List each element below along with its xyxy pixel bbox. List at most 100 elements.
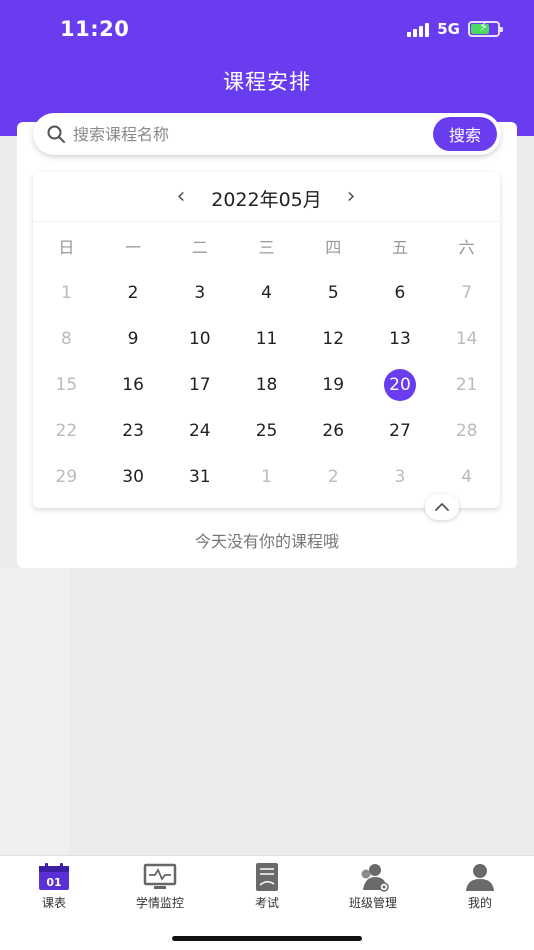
calendar-day[interactable]: 12 [300,316,367,362]
calendar-day-number: 18 [255,375,278,395]
background-strip [0,568,70,854]
calendar-day[interactable]: 3 [367,454,434,500]
calendar-day-number: 31 [188,467,211,487]
calendar-day-number: 8 [60,329,72,349]
calendar-day-selected[interactable]: 20 [367,362,434,408]
calendar-day-number: 22 [55,421,78,441]
calendar-day[interactable]: 8 [33,316,100,362]
chevron-left-icon[interactable]: ‹ [170,186,192,208]
calendar-day[interactable]: 19 [300,362,367,408]
calendar-day[interactable]: 22 [33,408,100,454]
app-screen: 11:20 5G ⚡ 课程安排 搜索 ‹ 2022年05月 › 日 一 [0,0,534,950]
calendar-day[interactable]: 21 [433,362,500,408]
weekday-label: 二 [191,238,208,257]
calendar-day[interactable]: 13 [367,316,434,362]
calendar-week-row: 29 30 31 1 2 3 4 [33,454,500,500]
class-management-icon [361,864,389,892]
calendar-day-number: 21 [455,375,478,395]
calendar-day[interactable]: 16 [100,362,167,408]
exam-paper-icon [256,863,278,891]
search-input[interactable] [73,119,403,149]
calendar-day-number: 26 [322,421,345,441]
calendar-week-row: 8 9 10 11 12 13 14 [33,316,500,362]
weekday-label: 五 [391,238,408,257]
tab-label: 我的 [467,896,492,910]
calendar-header: ‹ 2022年05月 › [33,172,500,222]
status-time: 11:20 [60,17,130,41]
calendar-day-number: 29 [55,467,78,487]
calendar-day[interactable]: 15 [33,362,100,408]
tab-label: 课表 [41,896,66,910]
empty-message: 今天没有你的课程哦 [194,532,339,551]
calendar-day-number: 27 [389,421,411,441]
calendar-day[interactable]: 7 [433,270,500,316]
calendar-day[interactable]: 18 [233,362,300,408]
calendar-icon-text: 01 [46,876,61,889]
calendar-day-number: 12 [322,329,345,349]
profile-icon [466,864,494,891]
calendar-day[interactable]: 28 [433,408,500,454]
calendar-day-number: 14 [455,329,478,349]
search-icon [47,125,65,143]
weekday-label: 三 [258,238,275,257]
weekday-label: 四 [325,238,342,257]
tab-learning-monitor[interactable]: 学情监控 [120,862,200,911]
calendar-day-number: 1 [261,467,272,487]
calendar-day-number: 10 [188,329,211,349]
battery-icon: ⚡ [468,20,503,37]
calendar-day[interactable]: 27 [367,408,434,454]
calendar-day[interactable]: 31 [166,454,233,500]
calendar-week-row: 15 16 17 18 19 20 21 [33,362,500,408]
calendar-day-number: 11 [255,329,278,349]
calendar-day-number: 2 [327,467,339,487]
collapse-calendar-button[interactable] [425,494,459,520]
calendar-day-number: 6 [394,283,406,303]
calendar-day-number: 23 [122,421,144,441]
calendar-day-number: 16 [122,375,144,395]
calendar-day-number: 5 [327,283,339,303]
calendar-day-number: 15 [55,375,78,395]
calendar-day[interactable]: 6 [367,270,434,316]
tab-label: 学情监控 [135,896,184,910]
calendar-day[interactable]: 2 [300,454,367,500]
weekday-row: 日 一 二 三 四 五 六 [33,234,500,258]
calendar-day[interactable]: 10 [166,316,233,362]
calendar-day[interactable]: 17 [166,362,233,408]
weekday-label: 日 [58,238,75,257]
calendar-day[interactable]: 23 [100,408,167,454]
calendar-day-number: 24 [188,421,211,441]
chevron-right-icon[interactable]: › [340,186,362,208]
calendar-day[interactable]: 25 [233,408,300,454]
tab-schedule[interactable]: 01 课表 [14,862,94,911]
tab-class-management[interactable]: 班级管理 [333,862,413,911]
calendar-day-number: 1 [60,283,72,303]
tab-label: 班级管理 [348,896,397,910]
calendar-day-number: 7 [461,283,473,303]
calendar-week-row: 1 2 3 4 5 6 7 [33,270,500,316]
calendar-day[interactable]: 24 [166,408,233,454]
calendar-day[interactable]: 1 [33,270,100,316]
weekday-label: 六 [458,238,475,257]
calendar-day[interactable]: 5 [300,270,367,316]
tab-profile[interactable]: 我的 [440,862,520,911]
calendar-day[interactable]: 3 [166,270,233,316]
calendar-day[interactable]: 29 [33,454,100,500]
search-button[interactable]: 搜索 [433,117,497,151]
calendar-day-number: 2 [127,283,139,303]
calendar-week-row: 22 23 24 25 26 27 28 [33,408,500,454]
calendar-day-number: 17 [188,375,211,395]
calendar-day[interactable]: 1 [233,454,300,500]
tab-exam[interactable]: 考试 [227,862,307,911]
calendar-day-number: 30 [122,467,144,487]
weekday-label: 一 [125,238,142,257]
calendar-day[interactable]: 26 [300,408,367,454]
calendar-day[interactable]: 11 [233,316,300,362]
calendar-day[interactable]: 2 [100,270,167,316]
calendar-grid: 1 2 3 4 5 6 7 8 9 10 11 12 13 14 15 16 17 18 19 20 21 22 23 24 2… [33,270,500,500]
network-type: 5G [437,20,460,38]
calendar-day[interactable]: 14 [433,316,500,362]
calendar-day[interactable]: 9 [100,316,167,362]
calendar-day[interactable]: 4 [233,270,300,316]
calendar-month-label: 2022年05月 [211,189,322,211]
calendar-day[interactable]: 30 [100,454,167,500]
